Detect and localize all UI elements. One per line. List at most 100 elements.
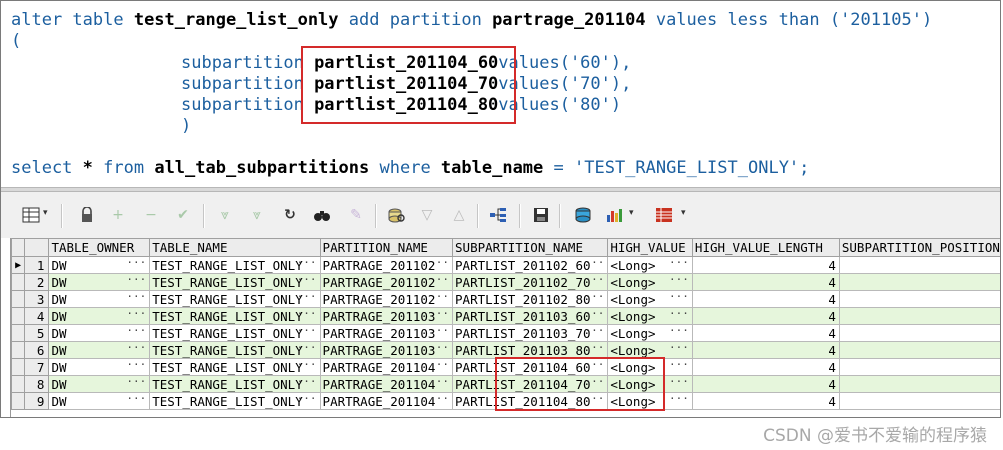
cell-subpartition-name[interactable]: PARTLIST_201103_70 ···	[452, 324, 609, 342]
cell-table-owner[interactable]: DW ···	[48, 324, 151, 342]
cell-subpartition-name[interactable]: PARTLIST_201102_80 ···	[452, 290, 609, 308]
filter-icon[interactable]: ⩔	[215, 205, 235, 225]
cell-expand-button[interactable]: ···	[669, 275, 689, 287]
cell-high-value-length[interactable]: 4	[691, 358, 840, 376]
cell-subpartition-name[interactable]: PARTLIST_201102_60 ···	[452, 256, 609, 274]
cell-expand-button[interactable]: ···	[429, 377, 449, 389]
add-record-icon[interactable]: +	[108, 205, 128, 225]
delete-record-icon[interactable]: −	[141, 205, 161, 225]
cell-subpartition-name[interactable]: PARTLIST_201102_70 ···	[452, 273, 609, 291]
export-icon[interactable]	[573, 205, 593, 225]
table-dropdown-icon[interactable]: ▾	[681, 208, 686, 218]
cell-expand-button[interactable]: ···	[429, 258, 449, 270]
cell-high-value-length[interactable]: 4	[691, 375, 840, 393]
col-header-table-owner[interactable]: TABLE_OWNER	[48, 238, 151, 257]
cell-high-value-length[interactable]: 4	[691, 341, 840, 359]
cell-expand-button[interactable]: ···	[429, 326, 449, 338]
cell-subpartition-position[interactable]	[838, 392, 1000, 410]
cell-subpartition-position[interactable]	[838, 324, 1000, 342]
cell-table-name[interactable]: TEST_RANGE_LIST_ONLY ···	[149, 341, 321, 359]
cell-high-value-length[interactable]: 4	[691, 307, 840, 325]
cell-table-owner[interactable]: DW ···	[48, 290, 151, 308]
save-icon[interactable]	[531, 205, 551, 225]
cell-table-owner[interactable]: DW ···	[48, 341, 151, 359]
cell-partition-name[interactable]: PARTRAGE_201103 ···	[319, 341, 454, 359]
cell-expand-button[interactable]: ···	[669, 377, 689, 389]
cell-expand-button[interactable]: ···	[297, 377, 317, 389]
explain-plan-icon[interactable]	[488, 205, 508, 225]
col-header-table-name[interactable]: TABLE_NAME	[149, 238, 321, 257]
results-grid[interactable]: TABLE_OWNER TABLE_NAME PARTITION_NAME SU…	[10, 238, 1000, 417]
col-header-high-value-length[interactable]: HIGH_VALUE_LENGTH	[691, 238, 840, 257]
cell-expand-button[interactable]: ···	[669, 343, 689, 355]
clear-filter-icon[interactable]: ⩔	[247, 205, 267, 225]
cell-table-name[interactable]: TEST_RANGE_LIST_ONLY ···	[149, 375, 321, 393]
cell-table-name[interactable]: TEST_RANGE_LIST_ONLY ···	[149, 256, 321, 274]
cell-high-value-length[interactable]: 4	[691, 324, 840, 342]
cell-expand-button[interactable]: ···	[297, 292, 317, 304]
cell-high-value[interactable]: <Long> ···	[607, 324, 693, 342]
cell-subpartition-position[interactable]	[838, 375, 1000, 393]
cell-high-value[interactable]: <Long> ···	[607, 341, 693, 359]
cell-expand-button[interactable]: ···	[669, 326, 689, 338]
cell-high-value[interactable]: <Long> ···	[607, 256, 693, 274]
table-icon[interactable]	[654, 205, 674, 225]
next-icon[interactable]: △	[449, 205, 469, 225]
cell-expand-button[interactable]: ···	[297, 360, 317, 372]
cell-expand-button[interactable]: ···	[584, 326, 604, 338]
cell-expand-button[interactable]: ···	[429, 394, 449, 406]
cell-expand-button[interactable]: ···	[126, 360, 146, 372]
cell-partition-name[interactable]: PARTRAGE_201102 ···	[319, 290, 454, 308]
cell-table-owner[interactable]: DW ···	[48, 256, 151, 274]
cell-partition-name[interactable]: PARTRAGE_201102 ···	[319, 273, 454, 291]
cell-expand-button[interactable]: ···	[429, 360, 449, 372]
cell-partition-name[interactable]: PARTRAGE_201104 ···	[319, 358, 454, 376]
cell-partition-name[interactable]: PARTRAGE_201103 ···	[319, 307, 454, 325]
cell-expand-button[interactable]: ···	[126, 377, 146, 389]
cell-partition-name[interactable]: PARTRAGE_201104 ···	[319, 392, 454, 410]
cell-expand-button[interactable]: ···	[669, 258, 689, 270]
cell-expand-button[interactable]: ···	[669, 360, 689, 372]
sql-editor[interactable]: alter table test_range_list_only add par…	[1, 1, 1000, 187]
cell-expand-button[interactable]: ···	[126, 275, 146, 287]
cell-expand-button[interactable]: ···	[297, 343, 317, 355]
col-header-high-value[interactable]: HIGH_VALUE	[607, 238, 693, 257]
cell-expand-button[interactable]: ···	[584, 292, 604, 304]
chart-icon[interactable]	[605, 205, 625, 225]
chart-dropdown-icon[interactable]: ▾	[629, 208, 634, 218]
cell-expand-button[interactable]: ···	[584, 275, 604, 287]
cell-table-owner[interactable]: DW ···	[48, 392, 151, 410]
cell-subpartition-position[interactable]	[838, 341, 1000, 359]
col-header-subpartition-name[interactable]: SUBPARTITION_NAME	[452, 238, 609, 257]
cell-high-value-length[interactable]: 4	[691, 273, 840, 291]
cell-subpartition-name[interactable]: PARTLIST_201103_60 ···	[452, 307, 609, 325]
cell-high-value[interactable]: <Long> ···	[607, 290, 693, 308]
cell-table-name[interactable]: TEST_RANGE_LIST_ONLY ···	[149, 290, 321, 308]
previous-icon[interactable]: ▽	[417, 205, 437, 225]
refresh-icon[interactable]: ↻	[280, 205, 300, 225]
cell-expand-button[interactable]: ···	[429, 292, 449, 304]
cell-expand-button[interactable]: ···	[126, 258, 146, 270]
cell-expand-button[interactable]: ···	[584, 343, 604, 355]
cell-expand-button[interactable]: ···	[297, 309, 317, 321]
col-header-subpartition-position[interactable]: SUBPARTITION_POSITION	[838, 238, 1000, 257]
cell-expand-button[interactable]: ···	[669, 292, 689, 304]
cell-expand-button[interactable]: ···	[584, 309, 604, 321]
cell-high-value[interactable]: <Long> ···	[607, 273, 693, 291]
cell-expand-button[interactable]: ···	[126, 326, 146, 338]
cell-subpartition-name[interactable]: PARTLIST_201103_80 ···	[452, 341, 609, 359]
cell-subpartition-position[interactable]	[838, 256, 1000, 274]
cell-expand-button[interactable]: ···	[297, 326, 317, 338]
cell-high-value-length[interactable]: 4	[691, 290, 840, 308]
cell-table-owner[interactable]: DW ···	[48, 358, 151, 376]
cell-table-owner[interactable]: DW ···	[48, 307, 151, 325]
cell-partition-name[interactable]: PARTRAGE_201103 ···	[319, 324, 454, 342]
cell-table-owner[interactable]: DW ···	[48, 273, 151, 291]
cell-expand-button[interactable]: ···	[126, 394, 146, 406]
cell-expand-button[interactable]: ···	[126, 292, 146, 304]
table-row[interactable]: 5 DW ··· TEST_RANGE_LIST_ONLY ··· PARTRAGE_20…	[11, 324, 1000, 342]
cell-high-value[interactable]: <Long> ···	[607, 307, 693, 325]
cell-table-name[interactable]: TEST_RANGE_LIST_ONLY ···	[149, 392, 321, 410]
cell-table-owner[interactable]: DW ···	[48, 375, 151, 393]
cell-subpartition-position[interactable]	[838, 290, 1000, 308]
